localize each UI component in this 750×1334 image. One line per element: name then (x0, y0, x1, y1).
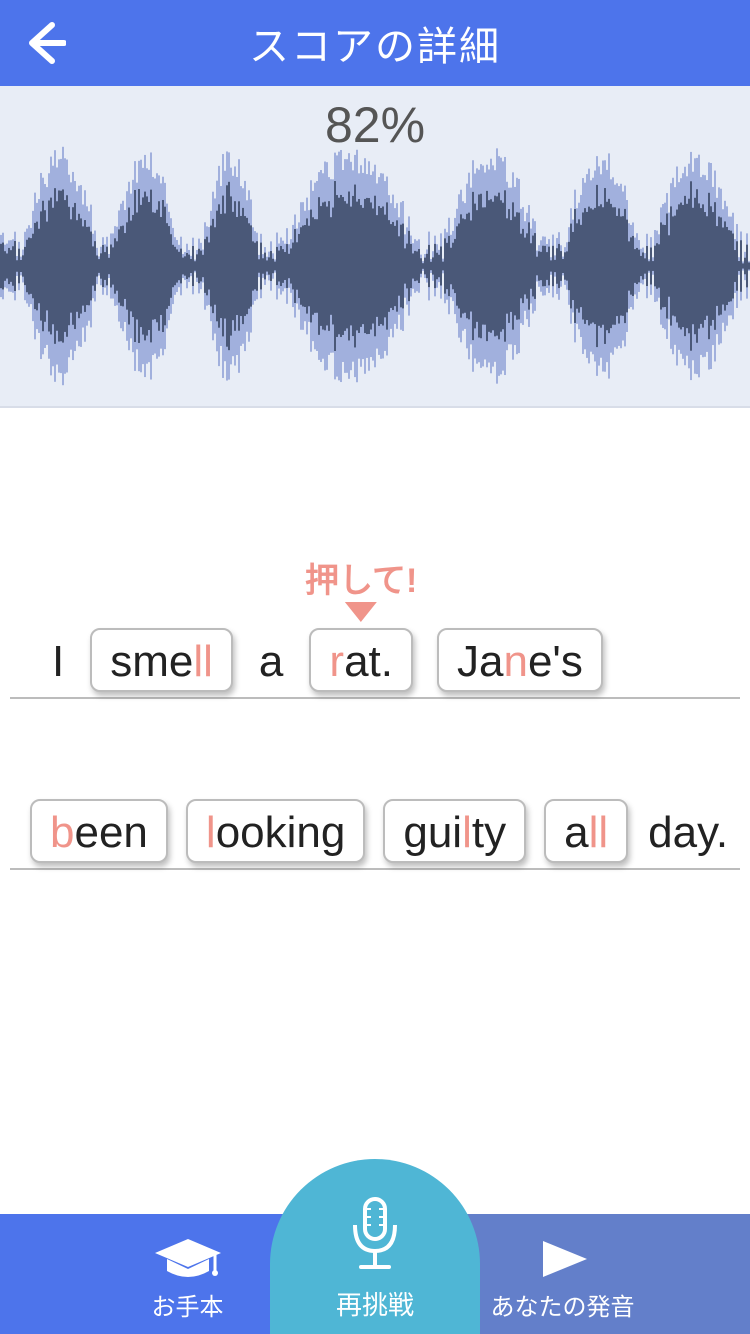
word-smell[interactable]: smell (90, 628, 233, 692)
word-day: day. (646, 800, 730, 866)
word-janes[interactable]: Jane's (437, 628, 603, 692)
chevron-down-icon (345, 602, 377, 622)
sentence-line-2: been looking guilty all day. (10, 789, 740, 870)
microphone-icon (345, 1195, 405, 1275)
word-rat[interactable]: 押して! rat. (309, 628, 413, 692)
sentence-area: I smell a 押して! rat. Jane's been looking … (0, 618, 750, 870)
score-panel: 82% (0, 86, 750, 408)
sentence-line-1: I smell a 押して! rat. Jane's (10, 618, 740, 699)
page-title: スコアの詳細 (0, 14, 750, 72)
tap-hint-text: 押して! (305, 562, 417, 600)
score-percent: 82% (0, 86, 750, 154)
retry-label: 再挑戦 (336, 1285, 414, 1322)
waveform-graphic (0, 146, 750, 406)
word-a: a (257, 629, 285, 695)
back-button[interactable] (20, 19, 68, 67)
word-looking[interactable]: looking (186, 799, 365, 863)
word-I: I (50, 629, 66, 695)
model-audio-label: お手本 (152, 1287, 224, 1322)
header-bar: スコアの詳細 (0, 0, 750, 86)
word-been[interactable]: been (30, 799, 168, 863)
word-guilty[interactable]: guilty (383, 799, 526, 863)
your-audio-label: あなたの発音 (491, 1287, 635, 1322)
tap-hint: 押して! (305, 556, 417, 622)
word-all[interactable]: all (544, 799, 628, 863)
back-arrow-icon (22, 21, 66, 65)
retry-button[interactable]: 再挑戦 (270, 1159, 480, 1334)
graduation-cap-icon (153, 1237, 223, 1281)
bottom-nav: お手本 あなたの発音 再挑戦 (0, 1214, 750, 1334)
play-icon (535, 1237, 591, 1281)
